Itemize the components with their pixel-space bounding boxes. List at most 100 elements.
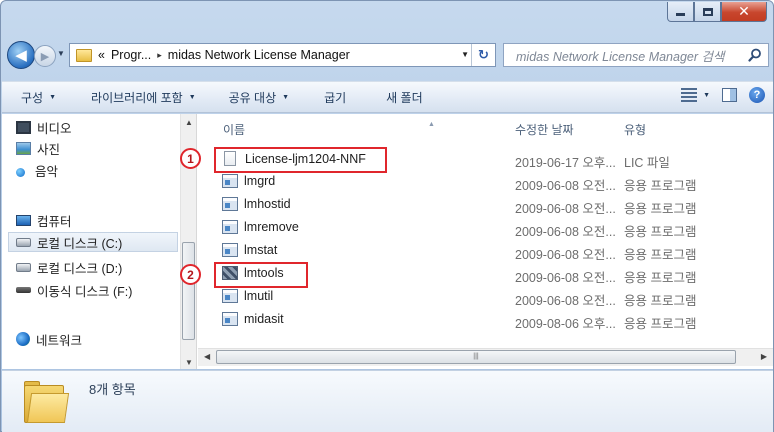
nav-item-label: 로컬 디스크 (D:) (37, 261, 123, 276)
change-view-button[interactable]: ▼ (681, 88, 710, 102)
nav-item-removable-disk-f[interactable]: 이동식 디스크 (F:) (16, 280, 132, 300)
include-in-library-label: 라이브러리에 포함 (91, 90, 183, 105)
nav-item-label: 사진 (37, 142, 61, 157)
nav-item-label: 이동식 디스크 (F:) (37, 284, 133, 299)
details-pane: 8개 항목 (2, 370, 773, 432)
breadcrumb-current-folder[interactable]: midas Network License Manager (168, 48, 350, 62)
file-row-lmgrd[interactable]: lmgrd 2009-06-08 오전... 응용 프로그램 (198, 171, 773, 194)
command-bar: 구성 ▼ 라이브러리에 포함 ▼ 공유 대상 ▼ 굽기 새 폴더 ▼ ? (2, 81, 773, 113)
address-bar[interactable]: « Progr... ▸ midas Network License Manag… (69, 43, 496, 67)
column-header-name[interactable]: 이름 (223, 121, 245, 138)
file-row-lmstat[interactable]: lmstat 2009-06-08 오전... 응용 프로그램 (198, 240, 773, 263)
file-type: 응용 프로그램 (624, 248, 697, 262)
file-date: 2009-06-08 오전... (515, 179, 616, 193)
close-button[interactable]: ✕ (721, 2, 767, 22)
file-type: 응용 프로그램 (624, 179, 697, 193)
file-name: lmgrd (244, 174, 276, 188)
application-icon (222, 243, 238, 257)
scroll-right-icon[interactable]: ▶ (761, 352, 767, 361)
scroll-down-icon[interactable]: ▼ (185, 358, 193, 367)
computer-icon (16, 214, 31, 226)
application-icon (222, 220, 238, 234)
horizontal-scrollbar[interactable]: ◀ ||| ▶ (198, 348, 773, 366)
file-name: lmhostid (244, 197, 291, 211)
file-date: 2009-08-06 오후... (515, 317, 616, 331)
file-name: midasit (244, 312, 284, 326)
file-date: 2009-06-08 오전... (515, 271, 616, 285)
caption-buttons: ✕ (667, 2, 767, 23)
search-input[interactable]: midas Network License Manager 검색 (503, 43, 769, 67)
breadcrumb-overflow[interactable]: « (98, 48, 105, 62)
nav-item-network[interactable]: 네트워크 (16, 329, 82, 349)
file-date: 2019-06-17 오후... (515, 156, 616, 170)
nav-item-computer[interactable]: 컴퓨터 (16, 210, 72, 230)
minimize-button[interactable] (667, 2, 694, 22)
file-type: 응용 프로그램 (624, 294, 697, 308)
scroll-up-icon[interactable]: ▲ (185, 118, 193, 127)
sort-ascending-icon: ▲ (428, 121, 435, 128)
column-header-date-modified[interactable]: 수정한 날짜 (515, 121, 574, 138)
nav-item-label: 비디오 (37, 121, 72, 136)
navigation-bar: ◀ ▶ ▼ « Progr... ▸ midas Network License… (7, 41, 769, 69)
application-icon (222, 174, 238, 188)
application-icon (222, 312, 238, 326)
help-icon[interactable]: ? (749, 87, 765, 103)
content-area: 비디오 사진 음악 컴퓨터 로컬 디스크 (C:) 로컬 디스크 (D:) 이동… (2, 114, 773, 369)
minimize-icon (676, 13, 685, 16)
nav-item-videos[interactable]: 비디오 (16, 117, 72, 137)
callout-badge-2: 2 (180, 264, 201, 285)
file-row-lmremove[interactable]: lmremove 2009-06-08 오전... 응용 프로그램 (198, 217, 773, 240)
preview-pane-button[interactable] (722, 88, 737, 102)
column-header-row: ▲ 이름 수정한 날짜 유형 (198, 116, 773, 141)
refresh-button[interactable]: ↻ (471, 44, 495, 66)
share-with-menu[interactable]: 공유 대상 ▼ (229, 89, 289, 106)
refresh-icon: ↻ (478, 47, 489, 62)
scroll-left-icon[interactable]: ◀ (204, 352, 210, 361)
file-list: ▲ 이름 수정한 날짜 유형 License-ljm1204-NNF 2019-… (180, 114, 773, 369)
file-date: 2009-06-08 오전... (515, 248, 616, 262)
forward-button[interactable]: ▶ (34, 45, 56, 67)
nav-item-pictures[interactable]: 사진 (16, 138, 60, 158)
file-name: lmutil (244, 289, 274, 303)
search-icon[interactable] (748, 48, 762, 62)
navigation-pane: 비디오 사진 음악 컴퓨터 로컬 디스크 (C:) 로컬 디스크 (D:) 이동… (2, 114, 180, 369)
nav-item-music[interactable]: 음악 (16, 160, 58, 180)
organize-menu[interactable]: 구성 ▼ (21, 89, 56, 106)
file-row-midasit[interactable]: midasit 2009-08-06 오후... 응용 프로그램 (198, 309, 773, 332)
nav-item-local-disk-c[interactable]: 로컬 디스크 (C:) (8, 232, 178, 252)
view-list-icon (681, 88, 698, 102)
include-in-library-menu[interactable]: 라이브러리에 포함 ▼ (91, 89, 196, 106)
column-header-type[interactable]: 유형 (624, 121, 646, 138)
file-type: 응용 프로그램 (624, 317, 697, 331)
scrollbar-thumb[interactable]: ||| (216, 350, 736, 364)
recent-pages-dropdown[interactable]: ▼ (57, 49, 65, 58)
chevron-down-icon: ▼ (49, 93, 57, 101)
chevron-down-icon: ▼ (188, 93, 196, 101)
callout-badge-1: 1 (180, 148, 201, 169)
new-folder-button[interactable]: 새 폴더 (386, 89, 422, 106)
new-folder-label: 새 폴더 (386, 90, 423, 105)
file-name: lmremove (244, 220, 299, 234)
nav-item-label: 컴퓨터 (37, 214, 72, 229)
nav-item-label: 음악 (35, 164, 59, 179)
share-with-label: 공유 대상 (228, 90, 277, 105)
local-disk-icon (16, 262, 31, 272)
breadcrumb-program-files[interactable]: Progr... (111, 48, 151, 62)
burn-button[interactable]: 굽기 (324, 89, 346, 106)
callout-highlight-license (214, 147, 387, 173)
maximize-button[interactable] (694, 2, 721, 22)
scrollbar-thumb[interactable] (182, 242, 195, 340)
maximize-icon (702, 7, 713, 16)
file-name: lmstat (244, 243, 278, 257)
chevron-down-icon: ▼ (703, 91, 710, 99)
file-row-lmhostid[interactable]: lmhostid 2009-06-08 오전... 응용 프로그램 (198, 194, 773, 217)
back-button[interactable]: ◀ (7, 41, 35, 69)
application-icon (222, 289, 238, 303)
breadcrumb-separator-icon[interactable]: ▸ (157, 50, 162, 61)
nav-item-local-disk-d[interactable]: 로컬 디스크 (D:) (16, 257, 122, 277)
address-dropdown-icon[interactable]: ▼ (461, 50, 469, 59)
view-controls: ▼ ? (681, 87, 765, 103)
nav-item-label: 네트워크 (36, 333, 83, 348)
file-row-lmutil[interactable]: lmutil 2009-06-08 오전... 응용 프로그램 (198, 286, 773, 309)
network-icon (16, 332, 30, 346)
